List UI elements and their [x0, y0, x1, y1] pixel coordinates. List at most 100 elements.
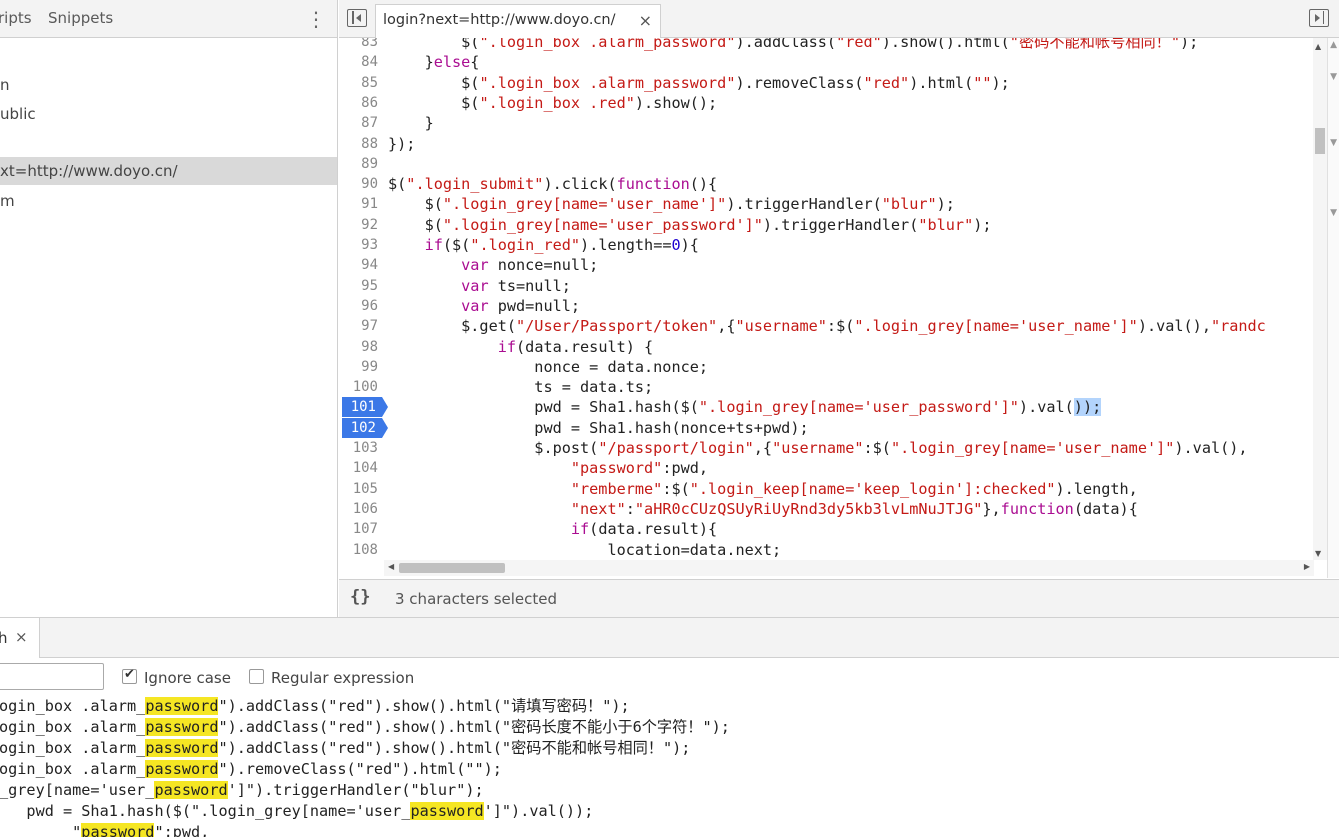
line-number[interactable]: 107	[339, 519, 384, 539]
code-text: $(".login_grey[name='user_name']").trigg…	[388, 195, 955, 214]
code-line[interactable]: 89	[339, 154, 1313, 174]
line-number[interactable]: 97	[339, 316, 384, 336]
code-line[interactable]: 96 var pwd=null;	[339, 296, 1313, 316]
code-line[interactable]: 91 $(".login_grey[name='user_name']").tr…	[339, 194, 1313, 214]
line-number[interactable]: 88	[339, 134, 384, 154]
code-line[interactable]: 101 pwd = Sha1.hash($(".login_grey[name=…	[339, 397, 1313, 418]
line-number[interactable]: 89	[339, 154, 384, 174]
toggle-navigator-icon[interactable]	[347, 9, 367, 27]
file-tab[interactable]: login?next=http://www.doyo.cn/ ×	[375, 4, 661, 38]
scroll-up-icon[interactable]: ▲	[1315, 42, 1321, 51]
tab-search[interactable]: h ×	[0, 618, 40, 658]
match-highlight: password	[154, 781, 228, 799]
code-line[interactable]: 88});	[339, 134, 1313, 154]
breakpoint-marker[interactable]: 101	[342, 397, 388, 418]
code-line[interactable]: 106 "next":"aHR0cCUzQSUyRiUyRnd3dy5kb3lv…	[339, 499, 1313, 519]
breakpoint-marker[interactable]: 102	[342, 417, 388, 438]
line-number[interactable]: 86	[339, 93, 384, 113]
match-highlight: password	[145, 760, 219, 778]
search-result-line[interactable]: pwd = Sha1.hash($(".login_grey[name='use…	[0, 801, 593, 822]
code-line[interactable]: 98 if(data.result) {	[339, 337, 1313, 357]
debugger-sidebar-edge: ▲ ▼ ▼ ▼	[1327, 38, 1339, 578]
tab-search-label: h	[0, 629, 8, 647]
code-text: pwd = Sha1.hash(nonce+ts+pwd);	[388, 418, 809, 437]
scroll-down-icon[interactable]: ▼	[1315, 549, 1321, 558]
ignore-case-label: Ignore case	[144, 669, 231, 687]
line-number[interactable]: 99	[339, 357, 384, 377]
code-line[interactable]: 108 location=data.next;	[339, 540, 1313, 560]
search-result-line[interactable]: ogin_box .alarm_password").addClass("red…	[0, 738, 690, 759]
line-number[interactable]: 93	[339, 235, 384, 255]
tree-item-label: ublic	[0, 105, 36, 123]
vertical-scrollbar[interactable]: ▲ ▼	[1313, 38, 1327, 560]
horizontal-scrollbar[interactable]: ◀ ▶	[384, 560, 1314, 576]
code-line[interactable]: 104 "password":pwd,	[339, 458, 1313, 478]
code-area[interactable]: 83 $(".login_box .alarm_password").addCl…	[339, 38, 1313, 560]
line-number[interactable]: 95	[339, 276, 384, 296]
regex-checkbox[interactable]	[249, 669, 264, 684]
line-number[interactable]: 91	[339, 194, 384, 214]
line-number[interactable]: 106	[339, 499, 384, 519]
line-number[interactable]: 96	[339, 296, 384, 316]
toggle-debugger-icon[interactable]	[1309, 9, 1329, 27]
scroll-right-icon[interactable]: ▶	[1304, 562, 1310, 571]
pretty-print-button[interactable]: {}	[350, 587, 370, 607]
search-input[interactable]	[0, 663, 104, 690]
line-number[interactable]: 92	[339, 215, 384, 235]
ignore-case-checkbox[interactable]	[122, 667, 137, 684]
tree-item[interactable]: ublic	[0, 100, 337, 128]
tree-item-selected[interactable]: xt=http://www.doyo.cn/	[0, 157, 337, 185]
code-text: "password":pwd,	[570, 459, 709, 478]
line-number[interactable]: 90	[339, 174, 384, 194]
search-result-line[interactable]: ogin_box .alarm_password").addClass("red…	[0, 696, 630, 717]
code-line[interactable]: 105 "remberme":$(".login_keep[name='keep…	[339, 479, 1313, 499]
code-line[interactable]: 102 pwd = Sha1.hash(nonce+ts+pwd);	[339, 417, 1313, 438]
tree-item[interactable]: m	[0, 187, 337, 215]
line-number[interactable]: 98	[339, 337, 384, 357]
code-line[interactable]: 87 }	[339, 113, 1313, 133]
code-line[interactable]: 93 if($(".login_red").length==0){	[339, 235, 1313, 255]
tree-item[interactable]: n	[0, 71, 337, 99]
line-number[interactable]: 85	[339, 73, 384, 93]
editor-tab-bar: login?next=http://www.doyo.cn/ ×	[339, 0, 1339, 38]
tab-scripts[interactable]: ripts	[0, 9, 32, 27]
code-text: if($(".login_red").length==0){	[424, 236, 699, 254]
line-number[interactable]: 100	[339, 377, 384, 397]
line-number[interactable]: 94	[339, 255, 384, 275]
code-line[interactable]: 97 $.get("/User/Passport/token",{"userna…	[339, 316, 1313, 336]
code-text: "remberme":$(".login_keep[name='keep_log…	[570, 479, 1138, 498]
scroll-left-icon[interactable]: ◀	[388, 562, 394, 571]
search-result-line[interactable]: "password":pwd,	[0, 822, 209, 837]
close-icon[interactable]: ×	[15, 628, 28, 646]
code-line[interactable]: 84 }else{	[339, 52, 1313, 72]
tree-item-label: xt=http://www.doyo.cn/	[0, 162, 178, 180]
search-result-line[interactable]: _grey[name='user_password']").triggerHan…	[0, 780, 484, 801]
search-result-line[interactable]: ogin_box .alarm_password").removeClass("…	[0, 759, 502, 780]
line-number[interactable]: 104	[339, 458, 384, 478]
code-line[interactable]: 95 var ts=null;	[339, 276, 1313, 296]
tab-snippets[interactable]: Snippets	[48, 9, 113, 27]
code-line[interactable]: 86 $(".login_box .red").show();	[339, 93, 1313, 113]
line-number[interactable]: 84	[339, 52, 384, 72]
more-options-icon[interactable]: ⋮	[306, 7, 326, 31]
code-line[interactable]: 103 $.post("/passport/login",{"username"…	[339, 438, 1313, 458]
line-number[interactable]: 105	[339, 479, 384, 499]
code-line[interactable]: 85 $(".login_box .alarm_password").remov…	[339, 73, 1313, 93]
code-line[interactable]: 90 $(".login_submit").click(function(){	[339, 174, 1313, 194]
navigator-panel: ripts Snippets ⋮ n ublic xt=http://www.d…	[0, 0, 338, 617]
code-line[interactable]: 94 var nonce=null;	[339, 255, 1313, 275]
code-line[interactable]: 100 ts = data.ts;	[339, 377, 1313, 397]
code-text: var pwd=null;	[461, 296, 581, 315]
code-line[interactable]: 92 $(".login_grey[name='user_password']"…	[339, 215, 1313, 235]
close-icon[interactable]: ×	[639, 11, 652, 30]
line-number[interactable]: 108	[339, 540, 384, 560]
line-number[interactable]: 87	[339, 113, 384, 133]
line-number[interactable]: 83	[339, 38, 384, 52]
code-line[interactable]: 83 $(".login_box .alarm_password").addCl…	[339, 38, 1313, 52]
search-result-line[interactable]: ogin_box .alarm_password").addClass("red…	[0, 717, 730, 738]
scrollbar-thumb[interactable]	[399, 563, 505, 573]
code-line[interactable]: 99 nonce = data.nonce;	[339, 357, 1313, 377]
scrollbar-thumb[interactable]	[1315, 128, 1325, 154]
code-line[interactable]: 107 if(data.result){	[339, 519, 1313, 539]
line-number[interactable]: 103	[339, 438, 384, 458]
